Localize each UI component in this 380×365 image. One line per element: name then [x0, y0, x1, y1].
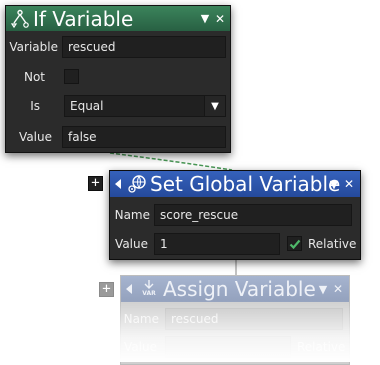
set-global-name-label: Name: [114, 208, 150, 222]
set-global-relative-label: Relative: [308, 237, 357, 251]
if-variable-variable-input[interactable]: rescued: [62, 36, 226, 58]
set-global-variable-node[interactable]: Set Global Variable ▼ ✕ Name score_rescu…: [109, 170, 361, 260]
if-variable-header[interactable]: If Variable ▼ ✕: [6, 6, 230, 31]
var-icon-text: VAR: [142, 290, 156, 297]
assign-variable-expand-button[interactable]: +: [99, 282, 114, 297]
if-variable-is-value: Equal: [70, 99, 104, 113]
assign-variable-name-input[interactable]: rescued: [165, 308, 343, 330]
if-variable-close-button[interactable]: ✕: [213, 6, 227, 31]
collapse-arrow-icon[interactable]: [115, 179, 121, 189]
connector-if-to-set: [109, 152, 233, 171]
checkmark-icon: [289, 239, 300, 249]
if-variable-value-input[interactable]: false: [62, 126, 226, 148]
if-variable-node[interactable]: If Variable ▼ ✕ Variable rescued Not Is …: [5, 5, 231, 153]
assign-variable-relative-label: Relative: [297, 340, 346, 354]
assign-variable-title: Assign Variable: [163, 277, 316, 301]
collapse-arrow-icon[interactable]: [126, 284, 132, 294]
set-global-menu-button[interactable]: ▼: [327, 171, 341, 197]
assign-variable-close-button[interactable]: ✕: [331, 276, 345, 302]
if-variable-menu-button[interactable]: ▼: [198, 6, 212, 31]
var-arrow-icon: VAR: [139, 279, 159, 299]
assign-variable-value-input[interactable]: [165, 336, 291, 358]
set-global-variable-title: Set Global Variable: [150, 172, 341, 196]
if-variable-value-label: Value: [19, 130, 52, 144]
set-global-name-input[interactable]: score_rescue: [154, 204, 352, 226]
set-global-close-button[interactable]: ✕: [342, 171, 356, 197]
set-global-value-label: Value: [115, 237, 148, 251]
set-global-expand-button[interactable]: +: [88, 176, 103, 191]
assign-variable-node[interactable]: VAR Assign Variable ▼ ✕ Name rescued Val…: [120, 275, 350, 365]
globe-gear-icon: [127, 174, 147, 198]
set-global-variable-header[interactable]: Set Global Variable ▼ ✕: [110, 171, 360, 197]
if-variable-is-label: Is: [30, 99, 40, 113]
branch-icon: [10, 9, 30, 33]
dropdown-arrow-icon[interactable]: ▼: [204, 96, 225, 116]
if-variable-title: If Variable: [33, 6, 134, 31]
assign-variable-header[interactable]: VAR Assign Variable ▼ ✕: [121, 276, 349, 302]
assign-variable-name-label: Name: [123, 312, 159, 326]
if-variable-not-checkbox[interactable]: [64, 69, 79, 84]
if-variable-is-select[interactable]: Equal ▼: [64, 95, 226, 117]
if-variable-not-label: Not: [23, 70, 45, 84]
assign-variable-value-label: Value: [124, 340, 157, 354]
set-global-value-input[interactable]: 1: [154, 233, 280, 255]
assign-variable-menu-button[interactable]: ▼: [316, 276, 330, 302]
set-global-relative-checkbox[interactable]: [287, 236, 302, 251]
if-variable-variable-label: Variable: [9, 40, 58, 54]
